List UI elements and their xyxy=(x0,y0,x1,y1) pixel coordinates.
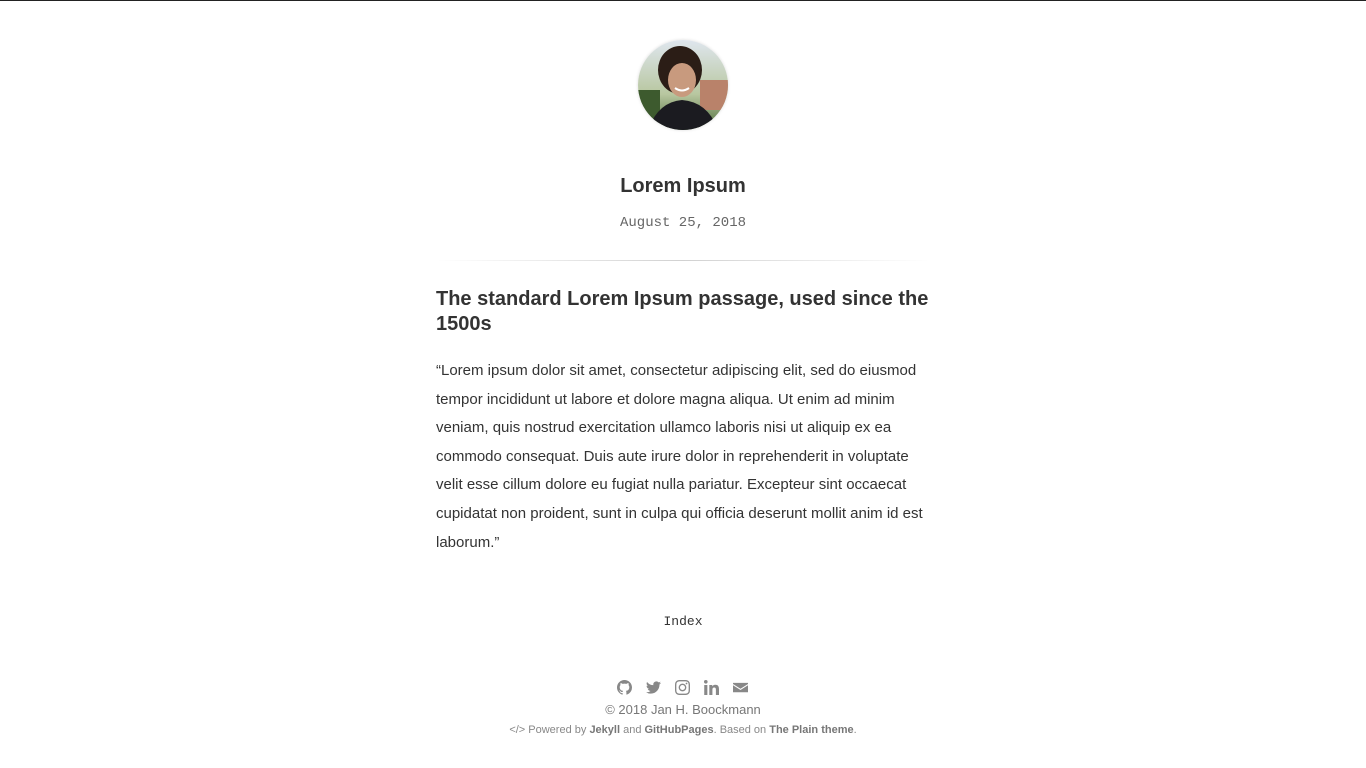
index-link[interactable]: Index xyxy=(663,614,702,629)
powered-and: and xyxy=(620,724,645,737)
post-heading: The standard Lorem Ipsum passage, used s… xyxy=(436,288,929,335)
index-nav: Index xyxy=(436,612,930,630)
page: Lorem Ipsum August 25, 2018 The standard… xyxy=(436,40,930,738)
social-links xyxy=(436,680,930,696)
powered-by: </> Powered by Jekyll and GitHubPages. B… xyxy=(436,722,930,738)
footer: © 2018 Jan H. Boockmann </> Powered by J… xyxy=(436,680,930,738)
envelope-icon[interactable] xyxy=(733,680,749,696)
divider xyxy=(436,260,930,261)
page-title: Lorem Ipsum xyxy=(620,175,746,197)
avatar-photo xyxy=(638,40,728,130)
post-date: August 25, 2018 xyxy=(619,215,747,231)
theme-link[interactable]: The Plain theme xyxy=(769,724,853,736)
copyright: © 2018 Jan H. Boockmann xyxy=(605,702,761,718)
avatar[interactable] xyxy=(638,40,728,130)
powered-period: . xyxy=(853,724,857,737)
instagram-icon[interactable] xyxy=(675,680,691,696)
powered-prefix: </> Powered by xyxy=(509,724,590,737)
github-icon[interactable] xyxy=(617,680,633,696)
linkedin-icon[interactable] xyxy=(704,680,720,696)
based-on: . Based on xyxy=(713,724,770,737)
twitter-icon[interactable] xyxy=(646,680,662,696)
githubpages-link[interactable]: GitHubPages xyxy=(645,724,714,736)
post-body: “Lorem ipsum dolor sit amet, consectetur… xyxy=(436,362,923,551)
jekyll-link[interactable]: Jekyll xyxy=(589,724,620,736)
